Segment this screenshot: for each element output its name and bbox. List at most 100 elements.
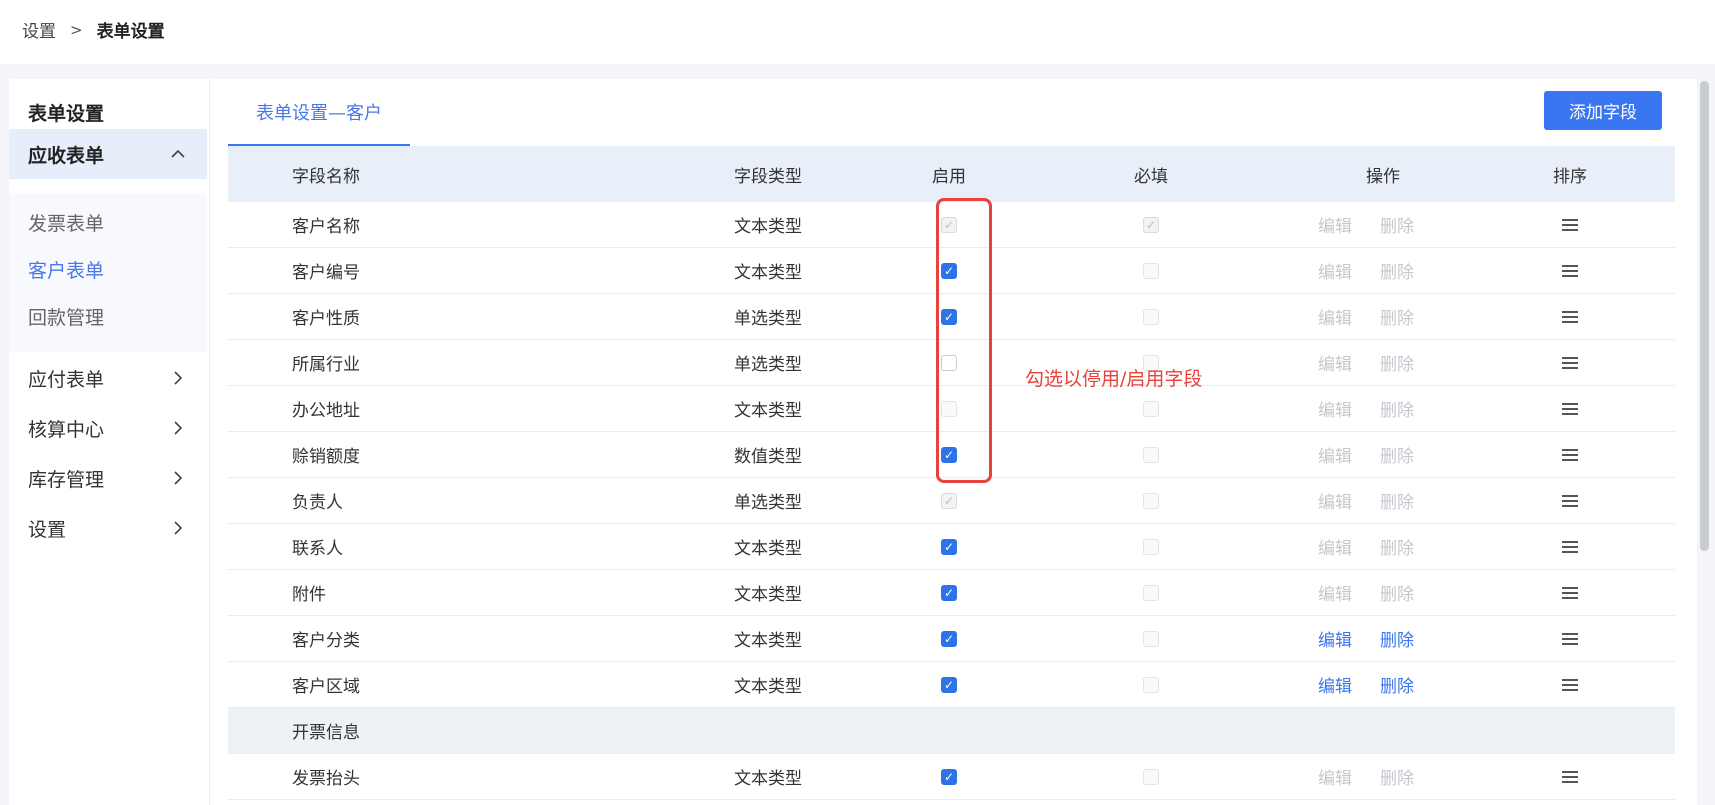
field-name: 所属行业 [292, 355, 360, 375]
table-row: 附件 文本类型 ✓ 编辑 删除 [228, 570, 1675, 616]
sidebar-item-payment-management[interactable]: 回款管理 [28, 303, 104, 330]
enable-checkbox[interactable]: ✓ [941, 584, 957, 601]
field-name: 负责人 [292, 493, 343, 513]
operations-cell: 编辑 删除 [1318, 294, 1448, 339]
scrollbar[interactable] [1697, 79, 1715, 805]
sidebar-group-payable-forms[interactable]: 应付表单 [9, 353, 207, 403]
table-row: 客户分类 文本类型 ✓ 编辑 删除 [228, 616, 1675, 662]
group-label: 开票信息 [292, 723, 360, 743]
main-panel: 表单设置—客户 添加字段 字段名称 字段类型 启用 必填 操作 排序 客户名称文… [209, 79, 1697, 805]
field-type: 文本类型 [734, 401, 802, 421]
sort-cell [1550, 386, 1590, 431]
edit-link[interactable]: 编辑 [1318, 626, 1352, 651]
table-row: 所属行业 单选类型 编辑 删除 [228, 340, 1675, 386]
field-type: 数值类型 [734, 447, 802, 467]
chevron-right-icon [174, 371, 183, 385]
required-cell [1136, 478, 1166, 523]
drag-handle-icon[interactable] [1562, 586, 1578, 599]
breadcrumb: 设置 > 表单设置 [22, 17, 165, 43]
required-checkbox [1143, 446, 1159, 463]
drag-handle-icon[interactable] [1562, 540, 1578, 553]
enable-cell: ✓ [934, 570, 964, 615]
sidebar-group-accounting-center[interactable]: 核算中心 [9, 403, 207, 453]
sort-cell [1550, 570, 1590, 615]
enable-checkbox[interactable]: ✓ [941, 676, 957, 693]
required-cell [1136, 754, 1166, 799]
drag-handle-icon[interactable] [1562, 770, 1578, 783]
edit-link: 编辑 [1318, 539, 1352, 559]
required-cell [1136, 570, 1166, 615]
field-name: 赊销额度 [292, 447, 360, 467]
required-checkbox [1143, 262, 1159, 279]
delete-link: 删除 [1380, 769, 1414, 789]
operations-cell: 编辑 删除 [1318, 386, 1448, 431]
enable-cell: ✓ [934, 248, 964, 293]
delete-link: 删除 [1380, 217, 1414, 237]
edit-link: 编辑 [1318, 355, 1352, 375]
required-checkbox [1143, 308, 1159, 325]
sidebar-group-inventory-management[interactable]: 库存管理 [9, 453, 207, 503]
delete-link: 删除 [1380, 539, 1414, 559]
sidebar-submenu: 发票表单 客户表单 回款管理 [9, 193, 207, 352]
field-name: 客户区域 [292, 677, 360, 697]
header-operations: 操作 [1366, 166, 1400, 187]
enable-checkbox[interactable]: ✓ [941, 446, 957, 463]
table-group-row: 开票信息 [228, 708, 1675, 754]
sort-cell [1550, 478, 1590, 523]
required-checkbox [1143, 492, 1159, 509]
breadcrumb-item-settings[interactable]: 设置 [22, 17, 56, 42]
drag-handle-icon[interactable] [1562, 356, 1578, 369]
drag-handle-icon[interactable] [1562, 448, 1578, 461]
chevron-right-icon [174, 471, 183, 485]
header-field-type: 字段类型 [734, 166, 802, 187]
drag-handle-icon[interactable] [1562, 494, 1578, 507]
table-row: 联系人 文本类型 ✓ 编辑 删除 [228, 524, 1675, 570]
required-cell [1136, 248, 1166, 293]
enable-cell [934, 340, 964, 385]
sort-cell [1550, 432, 1590, 477]
edit-link: 编辑 [1318, 401, 1352, 421]
breadcrumb-item-form-settings: 表单设置 [96, 22, 165, 42]
tab-customer-form-settings[interactable]: 表单设置—客户 [228, 79, 410, 146]
drag-handle-icon[interactable] [1562, 218, 1578, 231]
required-checkbox [1143, 676, 1159, 693]
drag-handle-icon[interactable] [1562, 678, 1578, 691]
field-name: 客户性质 [292, 309, 360, 329]
drag-handle-icon[interactable] [1562, 402, 1578, 415]
enable-checkbox[interactable]: ✓ [941, 630, 957, 647]
enable-checkbox[interactable] [941, 354, 957, 371]
edit-link: 编辑 [1318, 493, 1352, 513]
required-cell [1136, 294, 1166, 339]
drag-handle-icon[interactable] [1562, 632, 1578, 645]
chevron-right-icon [174, 421, 183, 435]
enable-checkbox[interactable]: ✓ [941, 538, 957, 555]
enable-cell: ✓ [934, 432, 964, 477]
field-name: 联系人 [292, 539, 343, 559]
table-row: 客户性质 单选类型 ✓ 编辑 删除 [228, 294, 1675, 340]
sidebar-group-receivable-forms[interactable]: 应收表单 [9, 129, 207, 179]
enable-checkbox: ✓ [941, 216, 957, 233]
drag-handle-icon[interactable] [1562, 310, 1578, 323]
enable-checkbox[interactable]: ✓ [941, 262, 957, 279]
sidebar-item-invoice-form[interactable]: 发票表单 [28, 209, 104, 236]
delete-link[interactable]: 删除 [1380, 672, 1414, 697]
required-cell: ✓ [1136, 202, 1166, 247]
enable-checkbox[interactable]: ✓ [941, 308, 957, 325]
required-checkbox [1143, 400, 1159, 417]
sidebar-item-customer-form[interactable]: 客户表单 [28, 256, 104, 283]
field-type: 文本类型 [734, 677, 802, 697]
scrollbar-thumb[interactable] [1700, 81, 1709, 551]
required-checkbox [1143, 584, 1159, 601]
header-field-name: 字段名称 [292, 166, 360, 187]
edit-link[interactable]: 编辑 [1318, 672, 1352, 697]
sort-cell [1550, 524, 1590, 569]
enable-cell: ✓ [934, 754, 964, 799]
enable-checkbox[interactable]: ✓ [941, 768, 957, 785]
sidebar-group-settings[interactable]: 设置 [9, 503, 207, 553]
sort-cell [1550, 662, 1590, 707]
add-field-button[interactable]: 添加字段 [1544, 91, 1662, 130]
drag-handle-icon[interactable] [1562, 264, 1578, 277]
delete-link[interactable]: 删除 [1380, 626, 1414, 651]
required-checkbox [1143, 768, 1159, 785]
enable-cell: ✓ [934, 524, 964, 569]
